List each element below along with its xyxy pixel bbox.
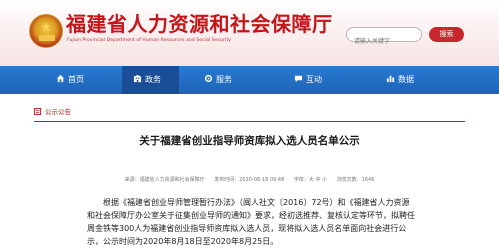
chart-icon <box>386 75 395 83</box>
settings-icon <box>204 74 213 83</box>
article-date: 发布时间：2020-08-18 09:48 <box>214 177 285 183</box>
font-size-selector[interactable]: 字体：大 中 小 <box>294 177 327 183</box>
search-input[interactable] <box>347 35 421 48</box>
building-icon <box>133 74 142 83</box>
chat-icon <box>294 75 303 83</box>
main-nav: 首页 政务 服务 互动 数据 <box>0 66 499 94</box>
breadcrumb-link-announcements[interactable]: 公示公告 <box>45 106 71 118</box>
nav-item-service[interactable]: 服务 <box>198 66 238 94</box>
nav-item-government[interactable]: 政务 <box>122 66 179 94</box>
nav-item-label: 政务 <box>145 75 161 84</box>
nav-item-home[interactable]: 首页 <box>50 66 90 94</box>
nav-item-label: 服务 <box>216 75 232 84</box>
national-emblem-icon: ★ <box>29 14 63 48</box>
site-title[interactable]: 福建省人力资源和社会保障厅 <box>66 8 333 37</box>
nav-item-label: 互动 <box>306 75 322 84</box>
search-box[interactable] <box>346 27 422 48</box>
nav-item-label: 数据 <box>398 75 414 84</box>
article-source: 来源：福建省人力资源和社会保障厅 <box>124 177 205 183</box>
search-button[interactable]: 搜索 <box>429 27 464 42</box>
nav-item-data[interactable]: 数据 <box>380 66 420 94</box>
article-body: 根据《福建省创业导师管理暂行办法》（闽人社文〔2016〕72号）和《福建省人力资… <box>87 196 417 248</box>
nav-item-interaction[interactable]: 互动 <box>288 66 328 94</box>
article-meta: 来源：福建省人力资源和社会保障厅 发布时间：2020-08-18 09:48 字… <box>0 176 499 183</box>
breadcrumb-divider <box>34 121 465 122</box>
article-paragraph: 根据《福建省创业导师管理暂行办法》（闽人社文〔2016〕72号）和《福建省人力资… <box>87 198 415 246</box>
nav-item-label: 首页 <box>68 75 84 84</box>
document-icon <box>34 108 41 115</box>
site-header: ★ 福建省人力资源和社会保障厅 Fujian Provincial Depart… <box>0 0 499 66</box>
site-subtitle: Fujian Provincial Department of Human Re… <box>67 38 232 43</box>
article-views: 浏览次数：1646 <box>336 177 375 183</box>
home-icon <box>56 74 65 83</box>
article-title: 关于福建省创业指导师资库拟入选人员名单公示 <box>139 135 360 147</box>
